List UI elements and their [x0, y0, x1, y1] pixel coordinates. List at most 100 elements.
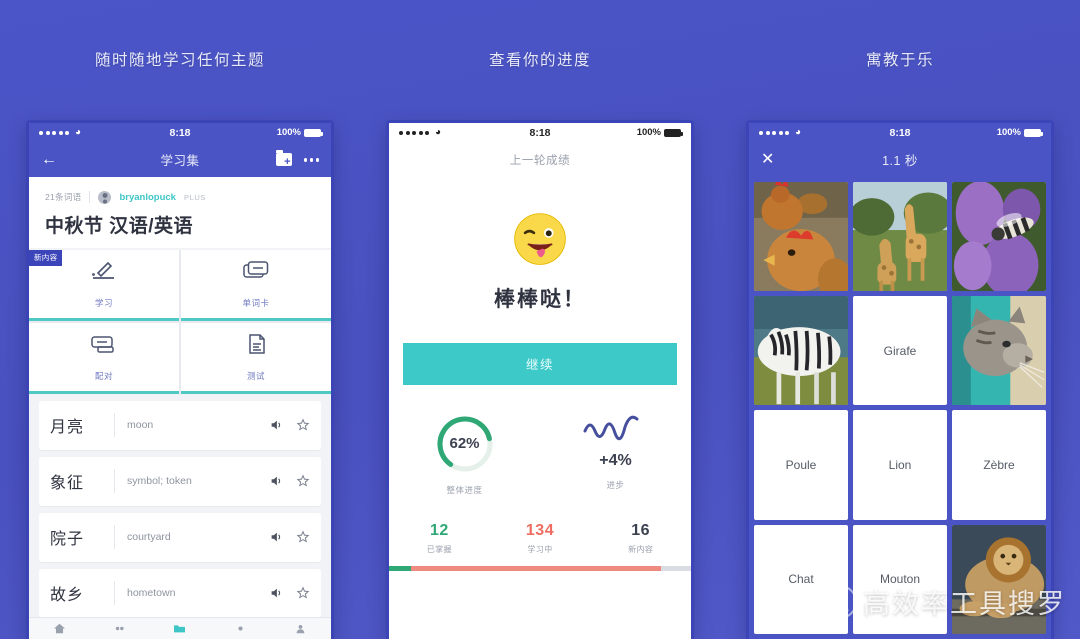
vocab-definition: moon — [127, 419, 154, 432]
document-test-icon — [239, 332, 273, 361]
match-card-zebras[interactable] — [754, 296, 848, 406]
card-label: Mouton — [879, 572, 921, 587]
progress-segment-learning — [411, 565, 662, 571]
match-card-chickens[interactable] — [754, 181, 848, 292]
status-battery: 100% — [227, 127, 323, 139]
mode-label-flashcards: 单词卡 — [242, 297, 270, 308]
card-label: Girafe — [883, 343, 917, 358]
column-1-heading: 随时随地学习任何主题 — [94, 52, 265, 69]
results-title: 上一轮成绩 — [509, 154, 571, 167]
match-card-bee[interactable] — [952, 181, 1046, 292]
progress-segment-mastered — [389, 565, 412, 571]
speaker-icon[interactable] — [269, 418, 283, 432]
column-3: 寓教于乐 ◕ 8:18 100% ✕ 1.1 秒 Girafe Poule Li… — [720, 0, 1080, 639]
progress-bar — [389, 565, 691, 571]
table-row[interactable]: 月亮 moon — [39, 400, 321, 450]
cards-stack-icon — [239, 259, 273, 288]
speaker-icon[interactable] — [269, 474, 283, 488]
lion-photo — [952, 524, 1046, 634]
back-arrow-icon[interactable]: ← — [41, 151, 57, 168]
match-card-chat-text[interactable]: Chat — [754, 524, 848, 634]
progress-segment-new — [661, 565, 691, 571]
vocab-definition: hometown — [127, 587, 176, 600]
mode-label-match: 配对 — [94, 370, 113, 381]
signal-dots-icon — [399, 130, 429, 135]
close-icon[interactable]: ✕ — [761, 151, 774, 168]
results-header: 上一轮成绩 — [389, 142, 691, 177]
match-card-cat[interactable] — [952, 296, 1046, 406]
row-actions — [269, 474, 310, 488]
mode-button-test[interactable]: 测试 — [181, 322, 331, 394]
table-row[interactable]: 院子 courtyard — [39, 512, 321, 562]
match-card-poule-text[interactable]: Poule — [754, 410, 848, 520]
author-name[interactable]: bryanlopuck — [119, 192, 176, 203]
signal-dots-icon — [39, 130, 69, 135]
stat-label: 已掌握 — [426, 544, 452, 554]
meta-divider — [89, 191, 91, 204]
columns-layout: 随时随地学习任何主题 ◕ 8:18 100% ← 学习集 + 21条词语 bry… — [0, 0, 1080, 639]
card-label: Poule — [785, 458, 817, 473]
star-icon[interactable] — [296, 530, 310, 544]
match-card-mouton-text[interactable]: Mouton — [853, 524, 947, 634]
star-icon[interactable] — [296, 474, 310, 488]
row-divider — [114, 525, 115, 550]
sidebar-item-activity[interactable] — [234, 623, 247, 634]
more-dots-icon[interactable] — [303, 158, 319, 162]
row-divider — [114, 581, 115, 606]
mode-button-flashcards[interactable]: 单词卡 — [181, 249, 331, 321]
match-grid: Girafe Poule Lion Zèbre Chat Mouton — [754, 181, 1046, 634]
speaker-icon[interactable] — [269, 530, 283, 544]
vocab-term: 故乡 — [50, 587, 85, 605]
vocab-term: 月亮 — [50, 419, 85, 437]
results-body: 棒棒哒！ 继续 62% 整体进度 +4% 进步 12 已掌握 134 学习中 1… — [389, 176, 691, 639]
status-signal: ◕ — [39, 127, 133, 138]
sidebar-item-search[interactable] — [113, 623, 126, 634]
continue-button[interactable]: 继续 — [403, 342, 677, 385]
sidebar-item-folders[interactable] — [173, 623, 186, 634]
row-actions — [269, 418, 310, 432]
match-card-lion-text[interactable]: Lion — [853, 410, 947, 520]
card-label: Chat — [788, 572, 814, 587]
folder-add-icon[interactable] — [275, 150, 292, 168]
stat-learning: 134 学习中 — [490, 522, 591, 555]
status-time: 8:18 — [889, 126, 911, 139]
match-card-giraffes[interactable] — [853, 181, 947, 292]
improvement-value: +4% — [599, 451, 632, 469]
column-2: 查看你的进度 ◕ 8:18 100% 上一轮成绩 棒棒哒！ 继续 62% 整体进… — [360, 0, 720, 639]
vocab-term: 院子 — [50, 531, 85, 549]
wifi-icon: ◕ — [795, 126, 802, 138]
mode-button-learn[interactable]: 新内容 学习 — [29, 249, 179, 321]
battery-percent: 100% — [276, 127, 301, 139]
cat-photo — [952, 296, 1046, 406]
match-timer: 1.1 秒 — [882, 154, 918, 169]
status-battery: 100% — [587, 127, 683, 139]
card-label: Lion — [888, 458, 912, 473]
phone-mockup-2: ◕ 8:18 100% 上一轮成绩 棒棒哒！ 继续 62% 整体进度 +4% 进… — [386, 119, 694, 639]
signal-dots-icon — [759, 130, 789, 135]
mode-button-match[interactable]: 配对 — [29, 322, 179, 394]
battery-percent: 100% — [636, 127, 661, 139]
match-card-girafe-text[interactable]: Girafe — [853, 296, 947, 406]
stat-label: 新内容 — [628, 544, 654, 554]
star-icon[interactable] — [296, 586, 310, 600]
study-set-body: 21条词语 bryanlopuck PLUS 中秋节 汉语/英语 新内容 学习 … — [29, 176, 331, 639]
study-set-header: 21条词语 bryanlopuck PLUS 中秋节 汉语/英语 — [29, 176, 331, 248]
metric-overall-progress: 62% 整体进度 — [389, 413, 540, 496]
study-set-meta: 21条词语 bryanlopuck PLUS — [45, 190, 315, 204]
giraffes-photo — [853, 181, 947, 292]
match-card-lion[interactable] — [952, 524, 1046, 634]
match-card-zebre-text[interactable]: Zèbre — [952, 410, 1046, 520]
sparkline-icon — [583, 415, 638, 441]
sidebar-item-home[interactable] — [53, 623, 66, 634]
table-row[interactable]: 故乡 hometown — [39, 568, 321, 618]
speaker-icon[interactable] — [269, 586, 283, 600]
status-signal: ◕ — [759, 126, 853, 138]
table-row[interactable]: 象征 symbol; token — [39, 456, 321, 506]
battery-icon — [304, 128, 323, 137]
star-icon[interactable] — [296, 418, 310, 432]
row-actions — [269, 530, 310, 544]
metric-improvement: +4% 进步 — [540, 413, 691, 496]
vocab-definition: symbol; token — [127, 475, 192, 488]
progress-ring: 62% — [434, 413, 496, 475]
sidebar-item-profile[interactable] — [294, 623, 307, 634]
